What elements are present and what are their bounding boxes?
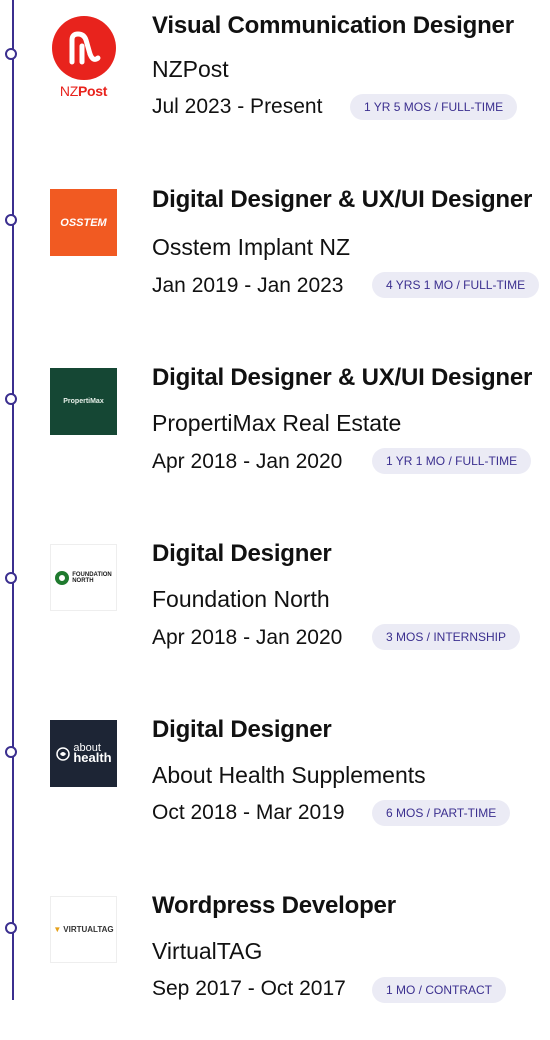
employment-dates: Jul 2023 - Present (152, 95, 323, 118)
foundation-ring-icon (55, 570, 70, 585)
job-title: Wordpress Developer (152, 892, 396, 919)
osstem-logo: OSSTEM (50, 189, 117, 256)
employment-dates: Jan 2019 - Jan 2023 (152, 274, 344, 297)
company-name: PropertiMax Real Estate (152, 410, 402, 436)
job-title: Digital Designer (152, 540, 332, 567)
timeline-dot (5, 214, 17, 226)
nzpost-logo: NZPost (50, 16, 117, 106)
nzpost-emblem-icon (51, 16, 116, 80)
company-name: Foundation North (152, 586, 330, 612)
leaf-icon (56, 746, 71, 761)
job-title: Digital Designer & UX/UI Designer (152, 364, 533, 391)
duration-badge: 3 MOS / INTERNSHIP (372, 624, 521, 650)
propertimax-logo: PropertiMax (50, 368, 117, 435)
timeline-dot (5, 572, 17, 584)
duration-badge: 1 YR 5 MOS / FULL-TIME (350, 94, 518, 120)
timeline-dot (5, 746, 17, 758)
experience-item: about health Digital Designer About Heal… (0, 704, 550, 864)
duration-badge: 1 YR 1 MO / FULL-TIME (372, 448, 532, 474)
timeline-dot (5, 922, 17, 934)
employment-dates: Oct 2018 - Mar 2019 (152, 801, 345, 824)
foundation-north-logo: FOUNDATION NORTH (50, 544, 117, 611)
experience-item: FOUNDATION NORTH Digital Designer Founda… (0, 528, 550, 688)
employment-dates: Apr 2018 - Jan 2020 (152, 626, 343, 649)
experience-item: ▼ VIRTUALTAG Wordpress Developer Virtual… (0, 880, 550, 1040)
timeline-dot (5, 48, 17, 60)
virtualtag-logo: ▼ VIRTUALTAG (50, 896, 117, 963)
nzpost-wordmark: NZPost (59, 83, 108, 99)
job-title: Digital Designer & UX/UI Designer (152, 186, 533, 213)
job-title: Digital Designer (152, 716, 332, 743)
virtualtag-mark-icon: ▼ (53, 925, 62, 934)
job-title: Visual Communication Designer (152, 12, 514, 39)
duration-badge: 6 MOS / PART-TIME (372, 800, 511, 826)
employment-dates: Sep 2017 - Oct 2017 (152, 977, 346, 1000)
about-health-logo: about health (50, 720, 117, 787)
employment-dates: Apr 2018 - Jan 2020 (152, 450, 343, 473)
company-name: Osstem Implant NZ (152, 234, 351, 260)
company-name: About Health Supplements (152, 762, 426, 788)
experience-item: PropertiMax Digital Designer & UX/UI Des… (0, 352, 550, 512)
experience-item: OSSTEM Digital Designer & UX/UI Designer… (0, 176, 550, 336)
duration-badge: 1 MO / CONTRACT (372, 977, 507, 1003)
duration-badge: 4 YRS 1 MO / FULL-TIME (372, 272, 540, 298)
timeline-dot (5, 393, 17, 405)
company-name: NZPost (152, 56, 229, 82)
experience-item: NZPost Visual Communication Designer NZP… (0, 0, 550, 160)
company-name: VirtualTAG (152, 938, 263, 964)
